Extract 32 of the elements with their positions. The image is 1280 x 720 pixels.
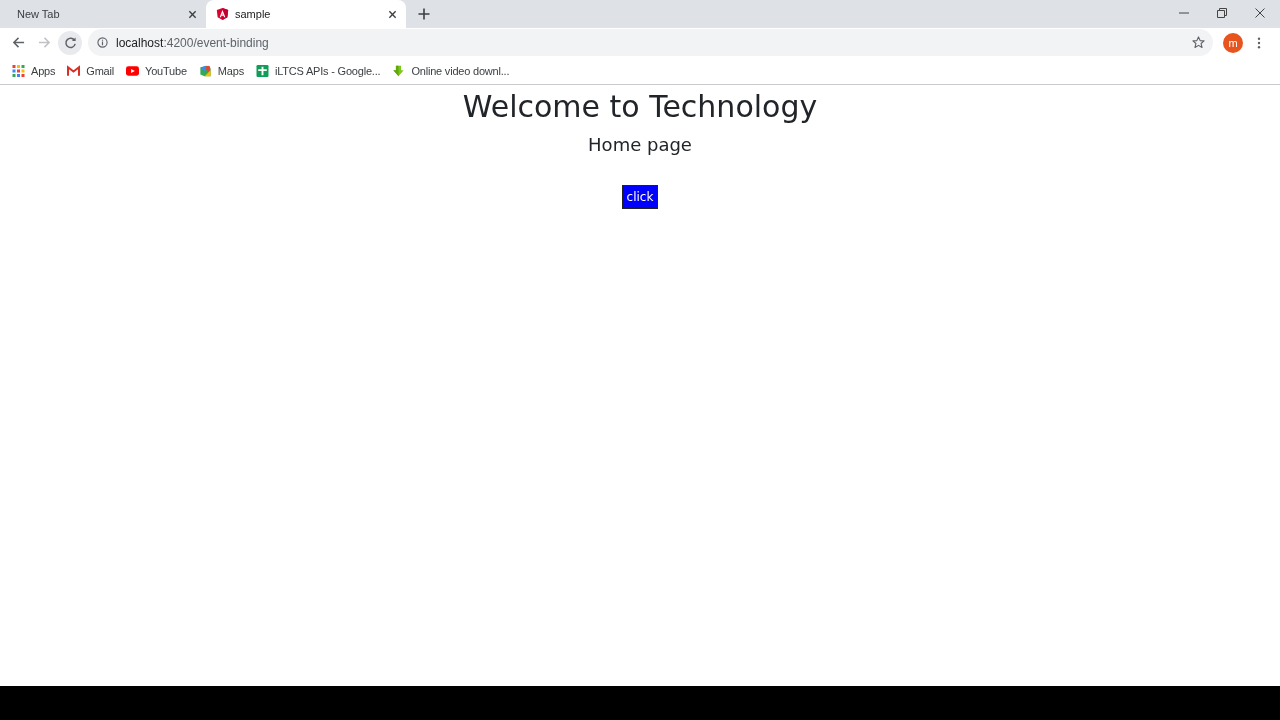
play-icon — [126, 64, 139, 77]
page-heading: Welcome to Technology — [462, 89, 818, 125]
bookmark-item[interactable]: Maps — [198, 64, 244, 77]
browser-tab[interactable]: New Tab — [0, 0, 206, 28]
reload-icon — [63, 36, 77, 49]
page-subheading: Home page — [588, 133, 692, 157]
info-icon — [97, 37, 108, 48]
plus-icon[interactable] — [418, 8, 430, 20]
star-icon[interactable] — [1192, 36, 1205, 49]
reload-button[interactable] — [58, 30, 82, 55]
shield-icon — [216, 7, 229, 21]
back-arrow-icon[interactable] — [12, 36, 25, 49]
grid-icon — [12, 64, 25, 77]
restore-icon[interactable] — [1217, 8, 1227, 18]
address-bar[interactable]: localhost:4200/event-binding — [88, 29, 1213, 56]
cross-tile-icon — [255, 64, 269, 77]
close-icon[interactable] — [188, 9, 197, 19]
down-arrow-icon — [392, 64, 406, 77]
close-icon[interactable] — [388, 9, 397, 19]
click-button[interactable]: click — [621, 185, 659, 209]
profile-avatar[interactable]: m — [1223, 32, 1243, 53]
envelope-m-icon — [67, 64, 81, 77]
bookmark-item[interactable]: Online video downl... — [392, 64, 510, 77]
bookmark-item[interactable]: Apps — [12, 64, 56, 77]
map-pin-icon — [198, 64, 212, 77]
browser-tab[interactable]: sample — [206, 0, 406, 28]
menu-icon[interactable] — [1257, 36, 1261, 49]
bookmark-item[interactable]: Gmail — [67, 64, 114, 77]
close-icon[interactable] — [1255, 8, 1265, 18]
bookmark-item[interactable]: YouTube — [126, 64, 187, 77]
bookmark-item[interactable]: iLTCS APIs - Google... — [255, 64, 381, 77]
url-text: localhost:4200/event-binding — [116, 35, 269, 50]
